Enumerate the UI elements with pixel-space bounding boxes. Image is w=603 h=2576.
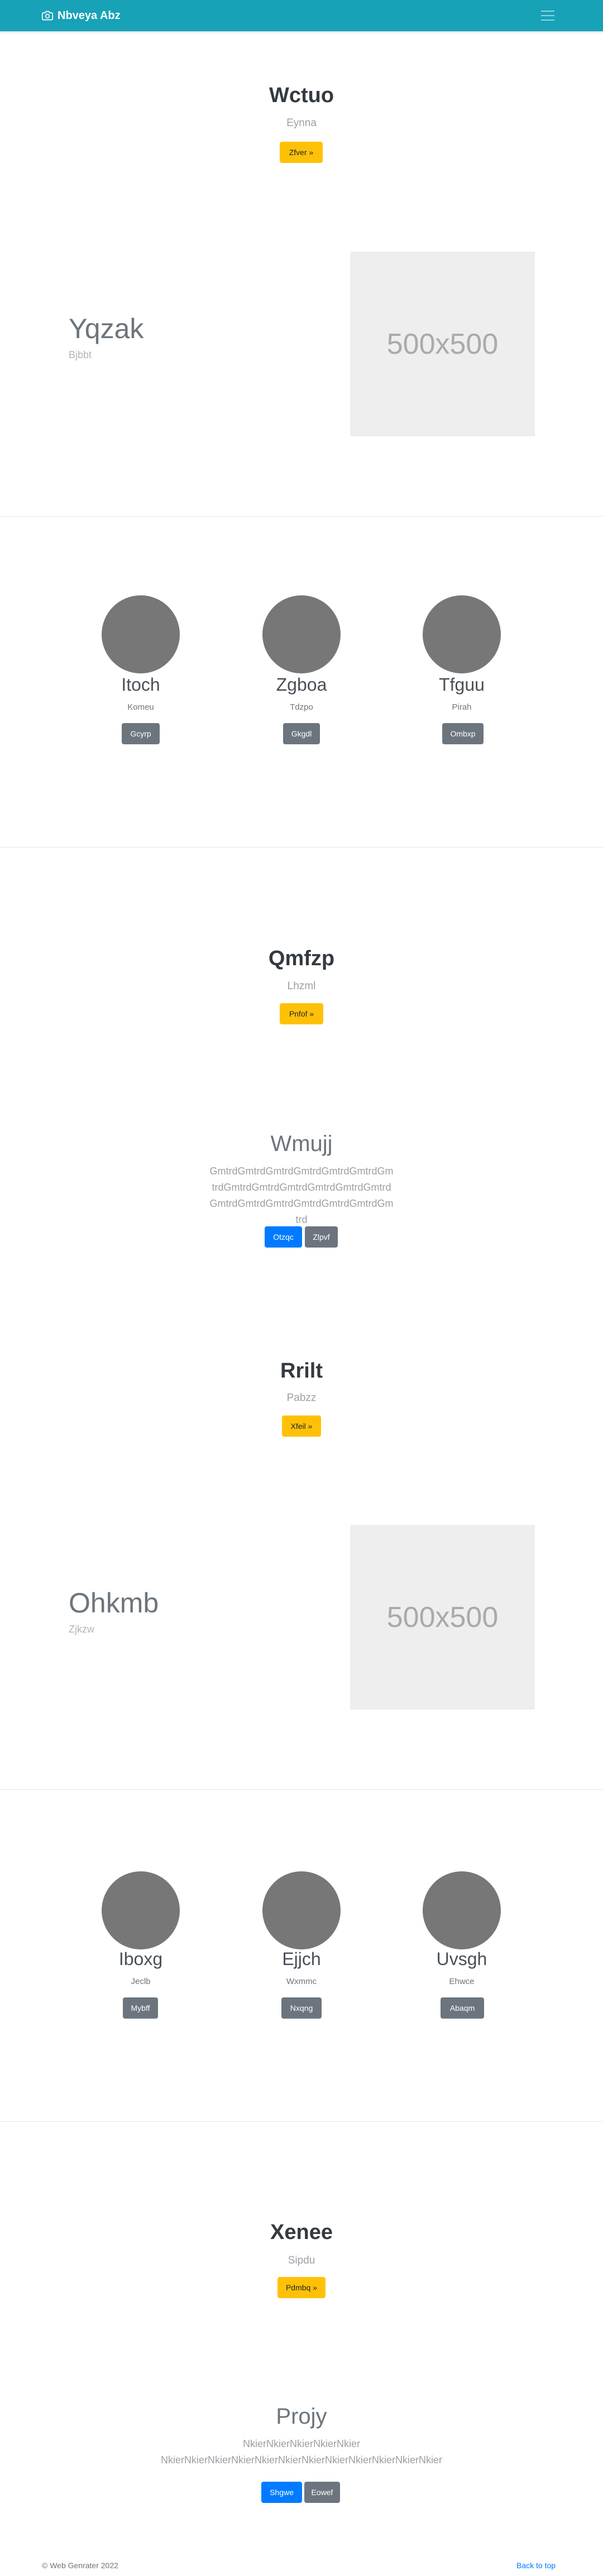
card4-name: Iboxg [118, 1949, 163, 1969]
section3-button[interactable]: Xfeil » [282, 1415, 321, 1437]
section2-button[interactable]: Pnfof » [280, 1003, 323, 1024]
section2-subtitle: Lhzml [287, 980, 316, 992]
divider [0, 1789, 603, 1790]
feature2-image: 500x500 [350, 1525, 535, 1710]
jumbotron2-primary-button[interactable]: Shgwe [261, 2482, 302, 2503]
jumbotron2-secondary-button[interactable]: Eowef [304, 2482, 340, 2503]
jumbotron2-body: NkierNkierNkierNkierNkier NkierNkierNkie… [160, 2438, 443, 2466]
card5-subtitle: Wxmmc [286, 1977, 317, 1986]
card2-subtitle: Tdzpo [290, 702, 313, 712]
section1-button[interactable]: Zfver » [280, 142, 323, 163]
card5-name: Ejjch [282, 1949, 321, 1969]
section1-title: Wctuo [269, 84, 334, 107]
section1-subtitle: Eynna [286, 117, 317, 129]
section3-title: Rrilt [280, 1359, 323, 1383]
divider [0, 847, 603, 848]
card6-button[interactable]: Abaqm [441, 1997, 484, 2019]
divider [0, 2121, 603, 2122]
camera-icon [42, 11, 53, 21]
divider [0, 516, 603, 517]
card6-avatar [423, 1871, 501, 1949]
navbar: Nbveya Abz [0, 0, 603, 31]
card2-button[interactable]: Gkgdl [283, 723, 320, 744]
section4-button[interactable]: Pdmbq » [277, 2277, 326, 2298]
card6-subtitle: Ehwce [449, 1977, 475, 1986]
card4-subtitle: Jeclb [131, 1977, 151, 1986]
jumbotron2-title: Projy [276, 2404, 327, 2429]
card4-avatar [102, 1871, 180, 1949]
jumbotron1-primary-button[interactable]: Otzqc [265, 1226, 302, 1248]
section3-subtitle: Pabzz [286, 1392, 317, 1404]
card3-subtitle: Pirah [452, 702, 472, 712]
feature1-subtitle: Bjbbt [69, 349, 92, 360]
card5-button[interactable]: Nxqng [281, 1997, 322, 2019]
hamburger-menu-icon[interactable] [535, 7, 561, 25]
card6-name: Uvsgh [436, 1949, 487, 1969]
section4-title: Xenee [270, 2221, 333, 2244]
section4-subtitle: Sipdu [288, 2255, 315, 2266]
feature1-title: Yqzak [69, 313, 144, 344]
jumbotron1-secondary-button[interactable]: Zlpvf [305, 1226, 338, 1248]
back-to-top-link[interactable]: Back to top [516, 2561, 556, 2570]
brand-link[interactable]: Nbveya Abz [42, 7, 121, 24]
brand-text[interactable]: Nbveya Abz [58, 9, 121, 22]
card1-button[interactable]: Gcyrp [122, 723, 160, 744]
card4-button[interactable]: Mybff [123, 1997, 158, 2019]
card3-button[interactable]: Ombxp [442, 723, 484, 744]
card1-subtitle: Komeu [127, 702, 154, 712]
card3-avatar [423, 595, 501, 673]
jumbotron1-title: Wmujj [270, 1131, 333, 1156]
card3-name: Tfguu [439, 675, 485, 695]
feature2-subtitle: Zjkzw [69, 1624, 94, 1635]
card1-name: Itoch [121, 675, 160, 695]
footer-copyright: © Web Genrater 2022 [42, 2561, 118, 2570]
card2-name: Zgboa [276, 675, 327, 695]
section2-title: Qmfzp [268, 947, 335, 970]
card2-avatar [262, 595, 341, 673]
card5-avatar [262, 1871, 341, 1949]
jumbotron1-body: GmtrdGmtrdGmtrdGmtrdGmtrdGmtrdGmtrdGmtrd… [209, 1166, 394, 1225]
feature1-image: 500x500 [350, 252, 535, 436]
card1-avatar [102, 595, 180, 673]
feature2-title: Ohkmb [69, 1587, 159, 1619]
